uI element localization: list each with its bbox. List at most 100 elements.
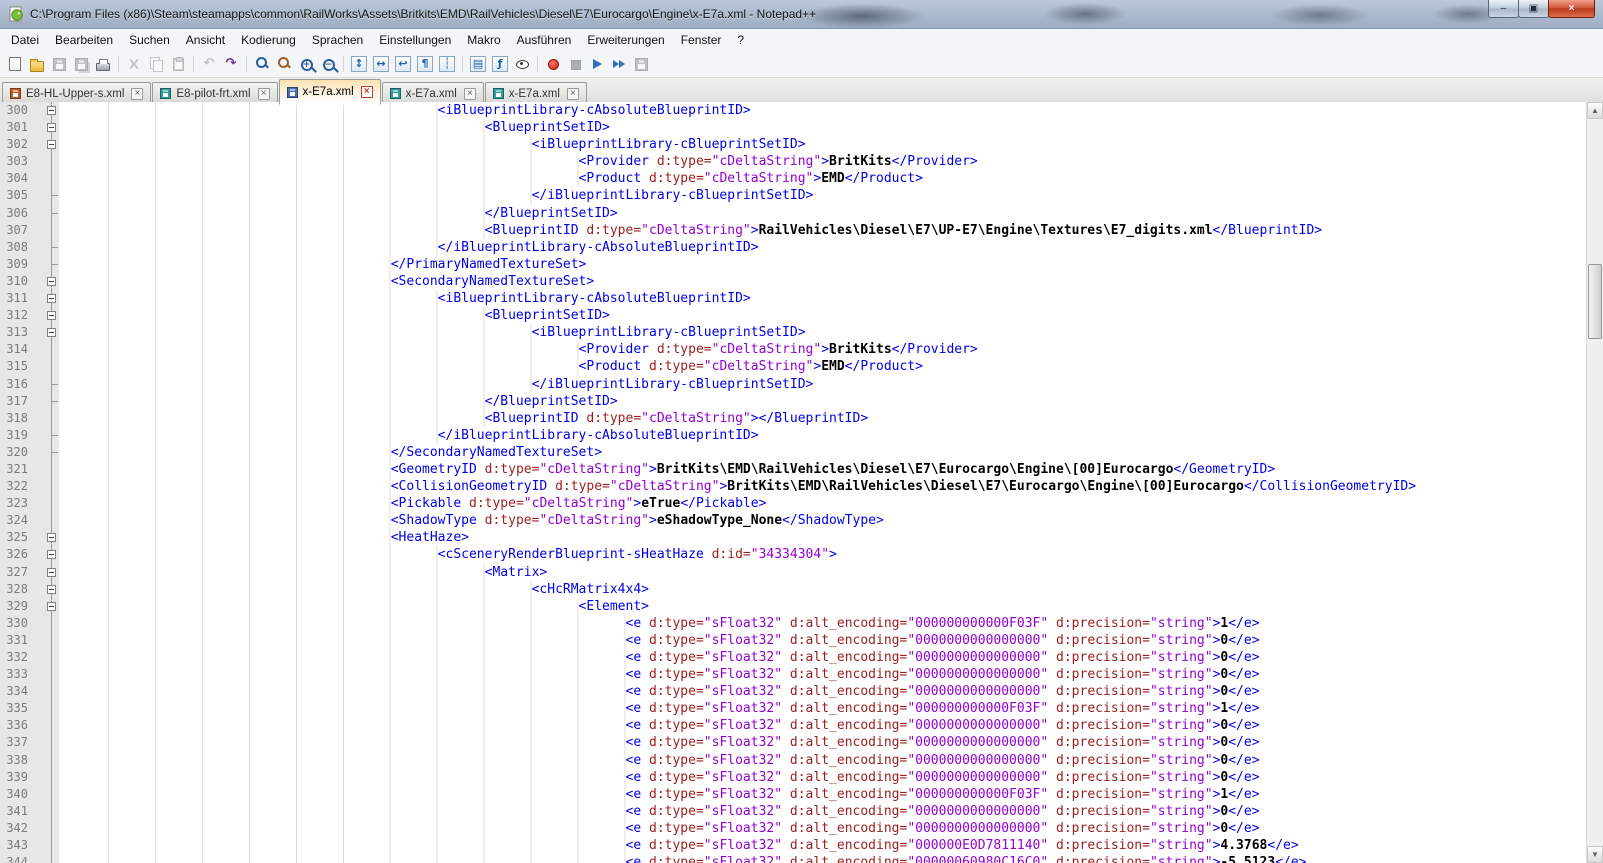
menu-item-hilfe[interactable]: ? (729, 30, 752, 50)
tab-5-x-e7a-xml[interactable]: x-E7a.xml× (485, 82, 587, 104)
document-map-button[interactable]: ▤ (467, 53, 489, 75)
tab-2-e8-pilot-frt-xml[interactable]: E8-pilot-frt.xml× (152, 82, 277, 104)
close-tab-icon[interactable]: × (361, 86, 373, 98)
close-tab-icon[interactable]: × (567, 88, 579, 100)
zoom-in-button[interactable]: + (295, 53, 317, 75)
redo-button[interactable]: ↷ (220, 53, 242, 75)
function-list-button[interactable]: ƒ (489, 53, 511, 75)
menu-item-datei[interactable]: Datei (3, 30, 47, 50)
scrollbar-track[interactable] (1587, 119, 1603, 846)
show-all-characters-button[interactable]: ¶ (414, 53, 436, 75)
code-line-312[interactable]: 312<BlueprintSetID> (0, 307, 1586, 324)
code-line-307[interactable]: 307<BlueprintID d:type="cDeltaString">Ra… (0, 222, 1586, 239)
scrollbar-thumb[interactable] (1588, 264, 1602, 339)
vertical-scrollbar[interactable]: ▲ ▼ (1586, 102, 1603, 863)
code-line-304[interactable]: 304<Product d:type="cDeltaString">EMD</P… (0, 170, 1586, 187)
run-macro-multiple-times-button[interactable] (608, 53, 630, 75)
menu-item-sprachen[interactable]: Sprachen (304, 30, 371, 50)
menu-item-makro[interactable]: Makro (459, 30, 508, 50)
monitoring-button[interactable] (511, 53, 533, 75)
open-file-button[interactable] (26, 53, 48, 75)
sync-vertical-scrolling-button[interactable]: ↕ (348, 53, 370, 75)
code-line-300[interactable]: 300<iBlueprintLibrary-cAbsoluteBlueprint… (0, 102, 1586, 119)
word-wrap-button[interactable]: ↩ (392, 53, 414, 75)
close-tab-icon[interactable]: × (131, 88, 143, 100)
code-line-342[interactable]: 342<e d:type="sFloat32" d:alt_encoding="… (0, 820, 1586, 837)
code-line-323[interactable]: 323<Pickable d:type="cDeltaString">eTrue… (0, 495, 1586, 512)
minimize-button[interactable]: – (1488, 0, 1519, 18)
close-tab-icon[interactable]: × (464, 88, 476, 100)
code-line-317[interactable]: 317</BlueprintSetID> (0, 393, 1586, 410)
code-line-321[interactable]: 321<GeometryID d:type="cDeltaString">Bri… (0, 461, 1586, 478)
code-line-310[interactable]: 310<SecondaryNamedTextureSet> (0, 273, 1586, 290)
code-line-343[interactable]: 343<e d:type="sFloat32" d:alt_encoding="… (0, 837, 1586, 854)
scroll-down-button[interactable]: ▼ (1587, 846, 1603, 863)
menu-item-fenster[interactable]: Fenster (673, 30, 730, 50)
code-line-322[interactable]: 322<CollisionGeometryID d:type="cDeltaSt… (0, 478, 1586, 495)
sync-horizontal-scrolling-button[interactable]: ↔ (370, 53, 392, 75)
code-line-333[interactable]: 333<e d:type="sFloat32" d:alt_encoding="… (0, 666, 1586, 683)
code-line-331[interactable]: 331<e d:type="sFloat32" d:alt_encoding="… (0, 632, 1586, 649)
fold-toggle-icon[interactable] (44, 581, 59, 598)
code-line-335[interactable]: 335<e d:type="sFloat32" d:alt_encoding="… (0, 700, 1586, 717)
code-line-318[interactable]: 318<BlueprintID d:type="cDeltaString"></… (0, 410, 1586, 427)
menu-item-kodierung[interactable]: Kodierung (233, 30, 304, 50)
zoom-out-button[interactable]: − (317, 53, 339, 75)
replace-button[interactable] (273, 53, 295, 75)
close-tab-icon[interactable]: × (258, 88, 270, 100)
title-bar[interactable]: C:\Program Files (x86)\Steam\steamapps\c… (0, 0, 1603, 29)
code-line-327[interactable]: 327<Matrix> (0, 564, 1586, 581)
code-line-319[interactable]: 319</iBlueprintLibrary-cAbsoluteBlueprin… (0, 427, 1586, 444)
fold-toggle-icon[interactable] (44, 324, 59, 341)
menu-item-bearbeiten[interactable]: Bearbeiten (47, 30, 121, 50)
tab-3-x-e7a-xml[interactable]: x-E7a.xml× (279, 79, 381, 105)
playback-macro-button[interactable] (586, 53, 608, 75)
fold-toggle-icon[interactable] (44, 102, 59, 119)
code-line-332[interactable]: 332<e d:type="sFloat32" d:alt_encoding="… (0, 649, 1586, 666)
menu-item-ansicht[interactable]: Ansicht (178, 30, 233, 50)
code-line-341[interactable]: 341<e d:type="sFloat32" d:alt_encoding="… (0, 803, 1586, 820)
menu-item-einstellungen[interactable]: Einstellungen (371, 30, 459, 50)
maximize-button[interactable]: ▣ (1518, 0, 1549, 18)
code-line-311[interactable]: 311<iBlueprintLibrary-cAbsoluteBlueprint… (0, 290, 1586, 307)
code-line-344[interactable]: 344<e d:type="sFloat32" d:alt_encoding="… (0, 854, 1586, 863)
code-line-301[interactable]: 301<BlueprintSetID> (0, 119, 1586, 136)
code-line-305[interactable]: 305</iBlueprintLibrary-cBlueprintSetID> (0, 187, 1586, 204)
fold-toggle-icon[interactable] (44, 598, 59, 615)
code-line-328[interactable]: 328<cHcRMatrix4x4> (0, 581, 1586, 598)
fold-toggle-icon[interactable] (44, 273, 59, 290)
code-line-316[interactable]: 316</iBlueprintLibrary-cBlueprintSetID> (0, 376, 1586, 393)
code-line-308[interactable]: 308</iBlueprintLibrary-cAbsoluteBlueprin… (0, 239, 1586, 256)
menu-item-suchen[interactable]: Suchen (121, 30, 178, 50)
indent-guide-button[interactable]: ┆ (436, 53, 458, 75)
new-file-button[interactable] (4, 53, 26, 75)
code-line-338[interactable]: 338<e d:type="sFloat32" d:alt_encoding="… (0, 752, 1586, 769)
code-line-330[interactable]: 330<e d:type="sFloat32" d:alt_encoding="… (0, 615, 1586, 632)
code-line-313[interactable]: 313<iBlueprintLibrary-cBlueprintSetID> (0, 324, 1586, 341)
record-macro-button[interactable] (542, 53, 564, 75)
tab-1-e8-hl-upper-s-xml[interactable]: E8-HL-Upper-s.xml× (2, 82, 151, 104)
scroll-up-button[interactable]: ▲ (1587, 102, 1603, 119)
close-window-button[interactable]: × (1548, 0, 1595, 18)
code-line-303[interactable]: 303<Provider d:type="cDeltaString">BritK… (0, 153, 1586, 170)
find-button[interactable] (251, 53, 273, 75)
fold-toggle-icon[interactable] (44, 546, 59, 563)
tab-4-x-e7a-xml[interactable]: x-E7a.xml× (382, 82, 484, 104)
code-line-334[interactable]: 334<e d:type="sFloat32" d:alt_encoding="… (0, 683, 1586, 700)
code-area[interactable]: 300<iBlueprintLibrary-cAbsoluteBlueprint… (0, 102, 1586, 863)
code-line-329[interactable]: 329<Element> (0, 598, 1586, 615)
code-line-337[interactable]: 337<e d:type="sFloat32" d:alt_encoding="… (0, 734, 1586, 751)
menu-item-erweiterungen[interactable]: Erweiterungen (579, 30, 672, 50)
code-line-340[interactable]: 340<e d:type="sFloat32" d:alt_encoding="… (0, 786, 1586, 803)
fold-toggle-icon[interactable] (44, 136, 59, 153)
menu-item-ausfuehren[interactable]: Ausführen (509, 30, 580, 50)
fold-toggle-icon[interactable] (44, 307, 59, 324)
code-line-324[interactable]: 324<ShadowType d:type="cDeltaString">eSh… (0, 512, 1586, 529)
code-line-339[interactable]: 339<e d:type="sFloat32" d:alt_encoding="… (0, 769, 1586, 786)
fold-toggle-icon[interactable] (44, 529, 59, 546)
code-line-325[interactable]: 325<HeatHaze> (0, 529, 1586, 546)
code-line-302[interactable]: 302<iBlueprintLibrary-cBlueprintSetID> (0, 136, 1586, 153)
print-button[interactable] (92, 53, 114, 75)
fold-toggle-icon[interactable] (44, 564, 59, 581)
code-line-320[interactable]: 320</SecondaryNamedTextureSet> (0, 444, 1586, 461)
